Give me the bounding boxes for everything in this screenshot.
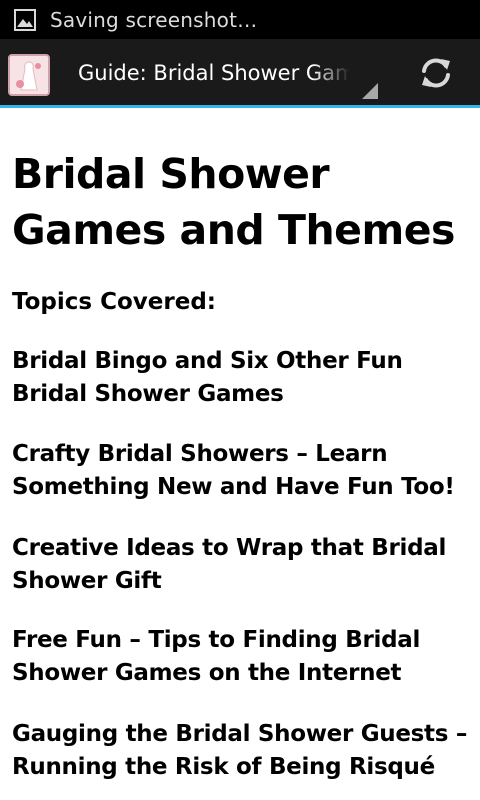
topic-link-free-fun[interactable]: Free Fun – Tips to Finding Bridal Shower… bbox=[12, 624, 474, 690]
guide-spinner[interactable]: Guide: Bridal Shower Games bbox=[74, 39, 380, 105]
bridal-app-icon[interactable] bbox=[8, 54, 50, 96]
topic-link-crafty-showers[interactable]: Crafty Bridal Showers – Learn Something … bbox=[12, 438, 474, 504]
topic-link-gauging-guests[interactable]: Gauging the Bridal Shower Guests – Runni… bbox=[12, 718, 474, 784]
refresh-icon bbox=[416, 53, 456, 97]
image-icon bbox=[14, 8, 36, 31]
refresh-button[interactable] bbox=[408, 47, 464, 103]
spinner-dropdown-indicator bbox=[362, 83, 378, 99]
status-bar: Saving screenshot… bbox=[0, 0, 480, 39]
topics-heading: Topics Covered: bbox=[12, 289, 216, 315]
topic-link-wrap-gift[interactable]: Creative Ideas to Wrap that Bridal Showe… bbox=[12, 532, 474, 598]
spinner-selected-label: Guide: Bridal Shower Games bbox=[78, 61, 350, 85]
page-title: Bridal Shower Games and Themes bbox=[12, 150, 455, 254]
status-notification-text: Saving screenshot… bbox=[50, 7, 258, 32]
topic-link-bridal-bingo[interactable]: Bridal Bingo and Six Other Fun Bridal Sh… bbox=[12, 345, 474, 411]
action-bar: Guide: Bridal Shower Games bbox=[0, 39, 480, 108]
article-content: Bridal Shower Games and Themes Topics Co… bbox=[0, 108, 480, 800]
